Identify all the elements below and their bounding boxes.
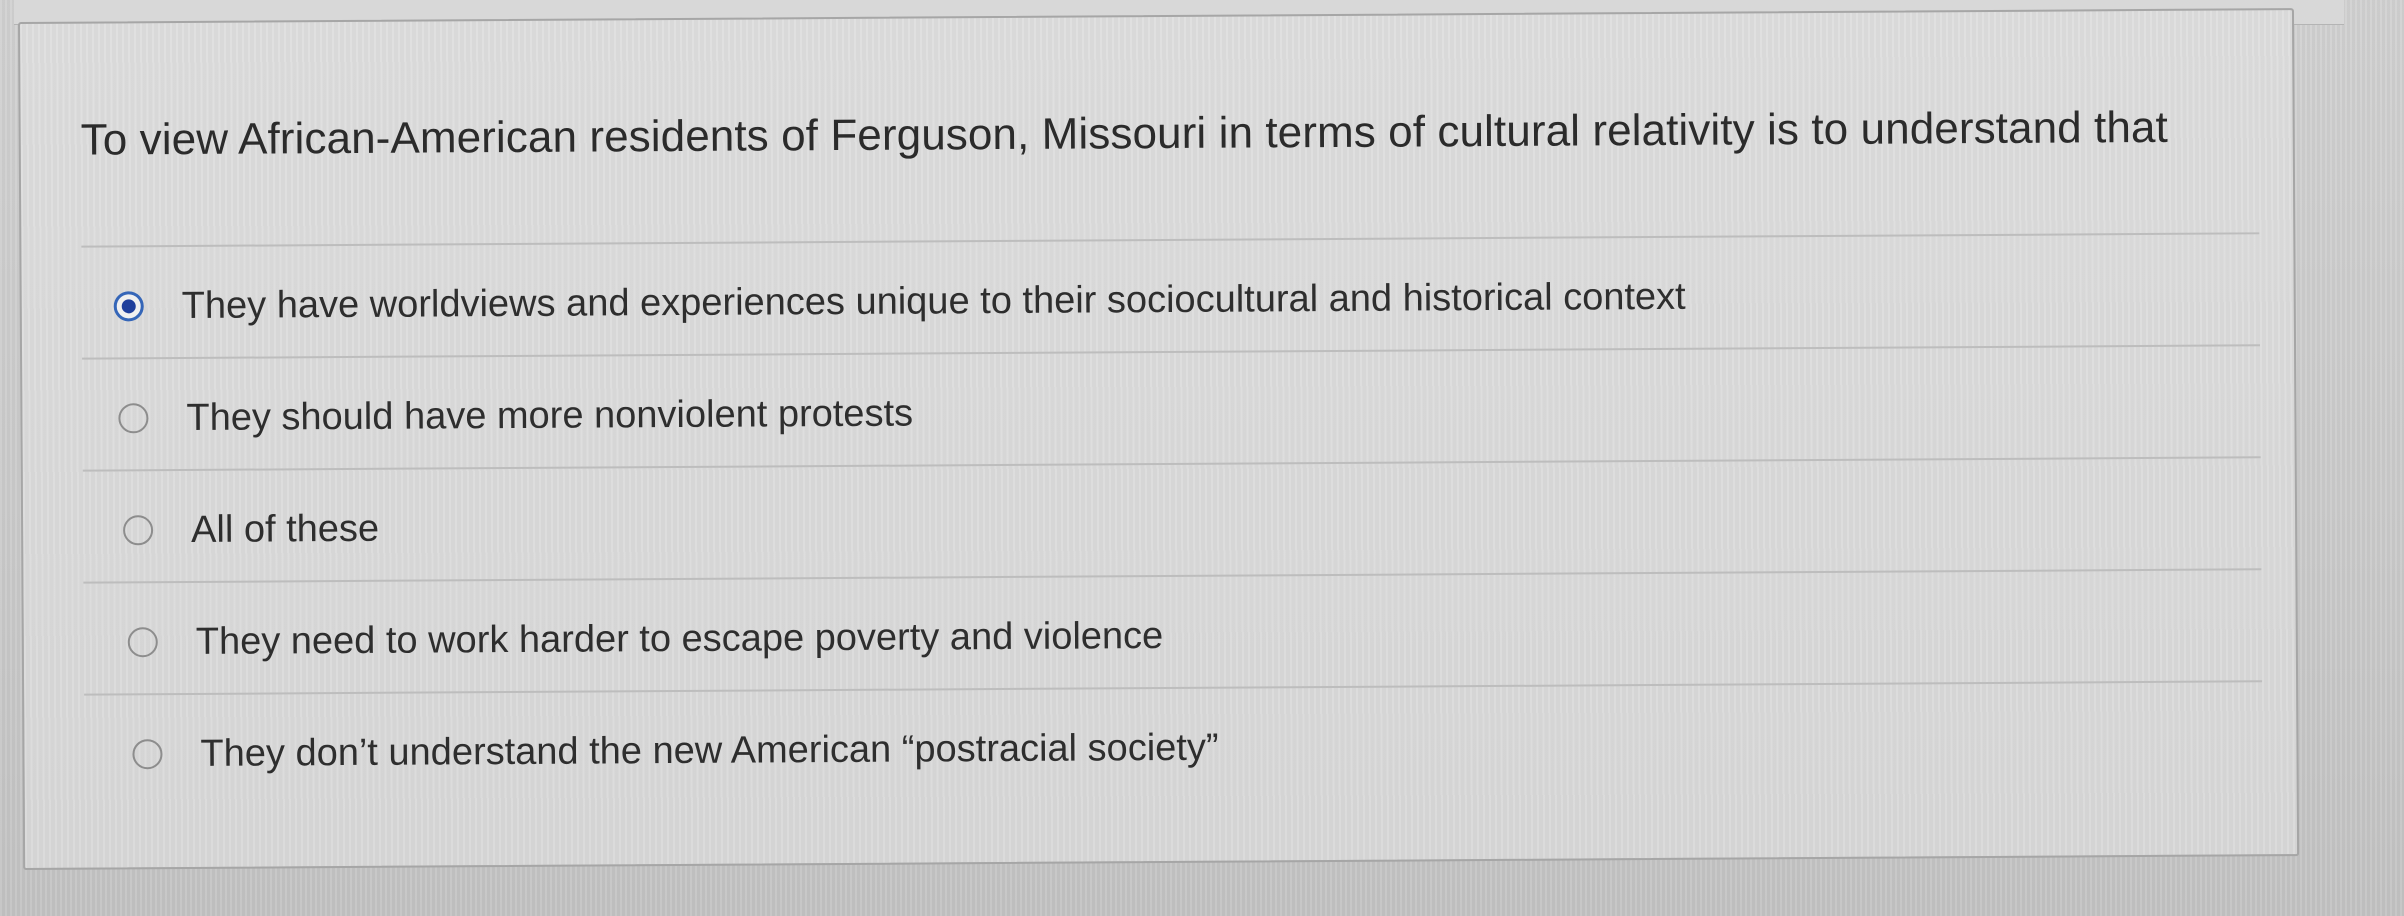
choice-row[interactable]: All of these <box>82 456 2262 582</box>
answer-choices: They have worldviews and experiences uni… <box>81 232 2263 806</box>
radio-button-selected[interactable] <box>113 291 144 322</box>
choice-label[interactable]: They should have more nonviolent protest… <box>186 393 913 440</box>
choice-label[interactable]: They don’t understand the new American “… <box>200 727 1218 776</box>
choice-label[interactable]: All of these <box>191 508 379 552</box>
choice-label[interactable]: They have worldviews and experiences uni… <box>182 276 1686 328</box>
choice-row[interactable]: They need to work harder to escape pover… <box>83 568 2263 694</box>
question-text: To view African-American residents of Fe… <box>80 102 2169 165</box>
choice-label[interactable]: They need to work harder to escape pover… <box>196 615 1164 664</box>
question-card: To view African-American residents of Fe… <box>18 8 2300 870</box>
radio-button[interactable] <box>118 403 149 434</box>
radio-button[interactable] <box>123 515 154 546</box>
choice-row[interactable]: They don’t understand the new American “… <box>84 680 2263 806</box>
radio-button[interactable] <box>127 627 158 658</box>
choice-row[interactable]: They have worldviews and experiences uni… <box>81 232 2261 358</box>
radio-button[interactable] <box>132 739 163 770</box>
choice-row[interactable]: They should have more nonviolent protest… <box>82 344 2261 470</box>
